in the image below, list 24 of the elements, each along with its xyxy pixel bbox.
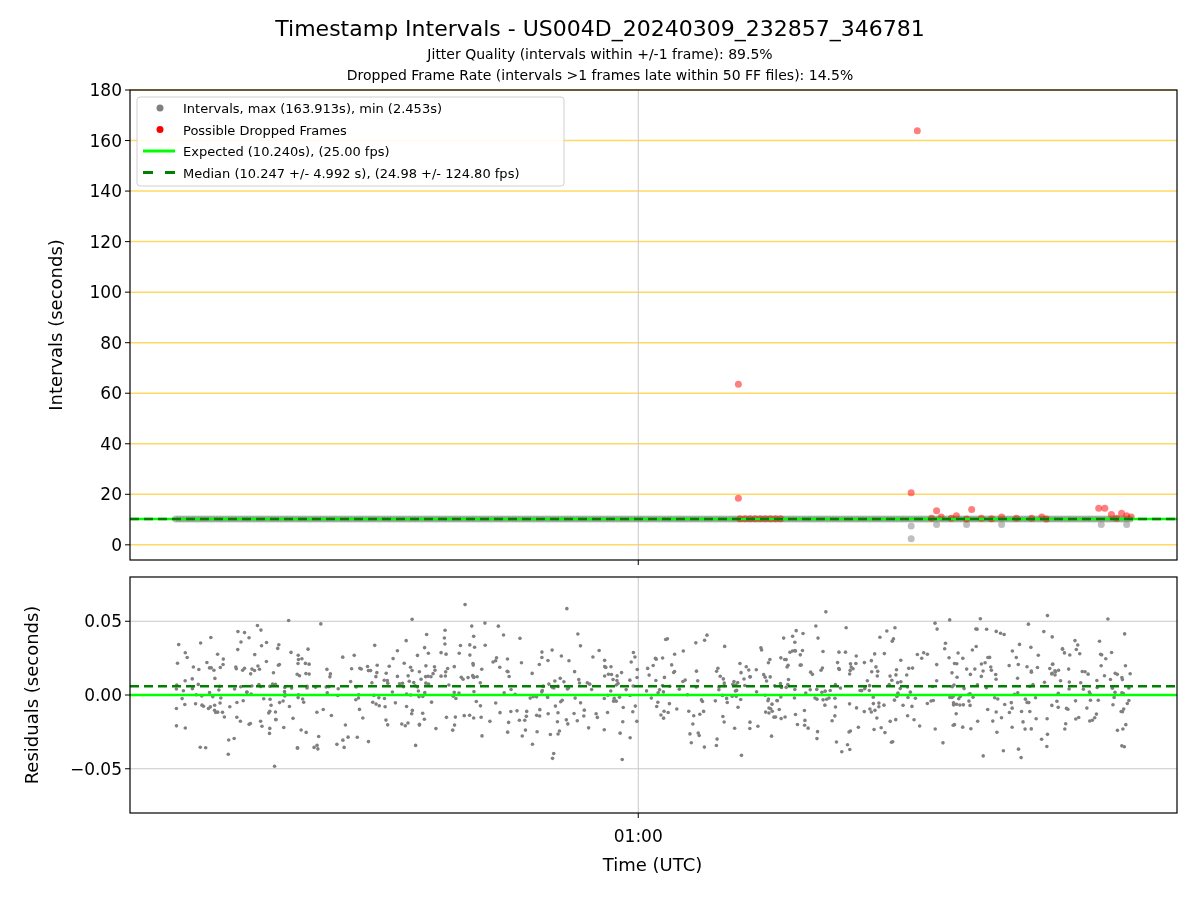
y-tick-label: 100 xyxy=(89,282,122,303)
y-axis-label: Intervals (seconds) xyxy=(45,239,66,411)
y-tick-label: 60 xyxy=(100,383,122,404)
legend-label: Possible Dropped Frames xyxy=(183,122,347,138)
figure-title: Timestamp Intervals - US004D_20240309_232857_346781 xyxy=(275,15,925,44)
legend-label: Expected (10.240s), (25.00 fps) xyxy=(183,144,390,159)
y-tick-label: 80 xyxy=(100,332,122,353)
y-tick-label: 0.00 xyxy=(84,685,122,705)
y-tick-label: 0 xyxy=(111,534,122,555)
x-axis-label: Time (UTC) xyxy=(602,854,703,875)
y-tick-label: −0.05 xyxy=(69,758,122,779)
x-tick-label: 01:00 xyxy=(613,826,663,846)
legend-label: Median (10.247 +/- 4.992 s), (24.98 +/- 124.80 fps) xyxy=(183,165,520,181)
y-tick-label: 20 xyxy=(100,484,122,505)
y-axis-label: Residuals (seconds) xyxy=(21,605,42,785)
y-tick-label: 120 xyxy=(89,231,122,252)
legend-label: Intervals, max (163.913s), min (2.453s) xyxy=(183,101,442,116)
y-tick-label: 0.05 xyxy=(84,611,122,632)
y-tick-label: 180 xyxy=(89,80,122,100)
figure-subtitle: Dropped Frame Rate (intervals >1 frames late within 50 FF files): 14.5% xyxy=(346,66,854,85)
y-tick-label: 140 xyxy=(89,181,122,202)
figure-subtitle: Jitter Quality (intervals within +/-1 frame): 89.5% xyxy=(427,45,773,64)
y-tick-label: 40 xyxy=(100,433,122,454)
y-tick-label: 160 xyxy=(89,130,122,151)
